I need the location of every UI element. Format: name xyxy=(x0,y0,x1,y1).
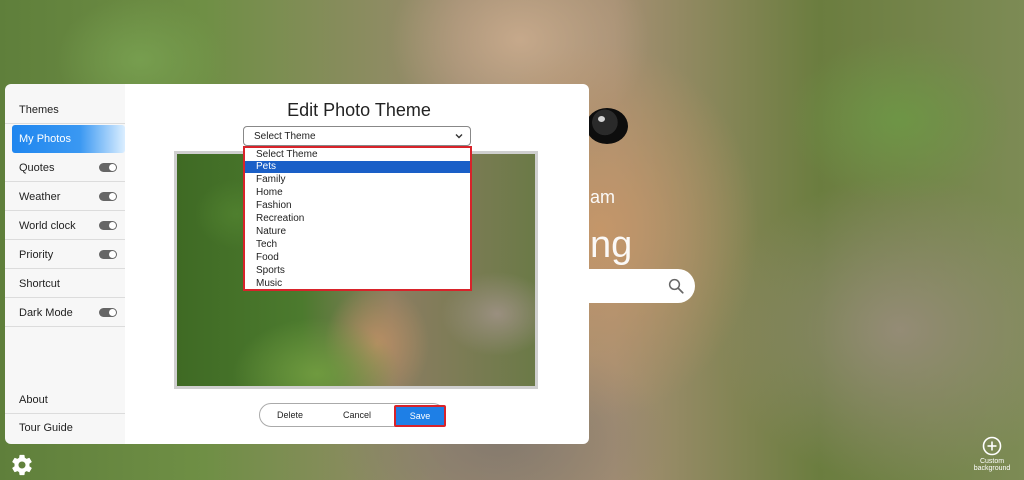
dropdown-option[interactable]: Food xyxy=(245,252,470,264)
save-button[interactable]: Save xyxy=(394,405,446,427)
quotes-toggle[interactable] xyxy=(99,163,117,172)
sidebar-item-dark-mode[interactable]: Dark Mode xyxy=(5,299,125,327)
search-bar[interactable] xyxy=(585,269,695,303)
sidebar-item-label: World clock xyxy=(19,220,76,232)
world-clock-toggle[interactable] xyxy=(99,221,117,230)
search-icon[interactable] xyxy=(667,277,685,295)
sidebar-item-label: Weather xyxy=(19,191,61,203)
dropdown-option[interactable]: Sports xyxy=(245,265,470,277)
dropdown-option[interactable]: Family xyxy=(245,174,470,186)
sidebar-item-label: My Photos xyxy=(19,133,71,145)
sidebar-item-themes[interactable]: Themes xyxy=(5,96,125,124)
custom-background-label-line2: background xyxy=(973,465,1011,472)
photo-action-buttons: Delete Cancel Save xyxy=(259,403,446,427)
greeting-text: ng xyxy=(590,224,633,266)
gear-icon[interactable] xyxy=(10,453,34,477)
cancel-button[interactable]: Cancel xyxy=(332,404,382,426)
sidebar-item-world-clock[interactable]: World clock xyxy=(5,212,125,240)
priority-toggle[interactable] xyxy=(99,250,117,259)
chevron-down-icon xyxy=(455,134,463,139)
dropdown-option-selected[interactable]: Pets xyxy=(245,161,470,173)
weather-toggle[interactable] xyxy=(99,192,117,201)
plus-circle-icon xyxy=(982,436,1002,456)
sidebar-item-about[interactable]: About xyxy=(5,386,125,414)
sidebar-item-quotes[interactable]: Quotes xyxy=(5,154,125,182)
settings-sidebar: Themes My Photos Quotes Weather World cl… xyxy=(5,84,125,444)
theme-dropdown-list: Select Theme Pets Family Home Fashion Re… xyxy=(243,146,472,291)
sidebar-item-label: About xyxy=(19,394,48,406)
dropdown-option[interactable]: Fashion xyxy=(245,200,470,212)
dropdown-option[interactable]: Home xyxy=(245,187,470,199)
custom-background-button[interactable]: Custom background xyxy=(966,436,1018,476)
sidebar-item-weather[interactable]: Weather xyxy=(5,183,125,211)
theme-select-value: Select Theme xyxy=(254,131,316,142)
dropdown-option[interactable]: Nature xyxy=(245,226,470,238)
sidebar-item-my-photos[interactable]: My Photos xyxy=(12,125,125,153)
custom-background-label-line1: Custom xyxy=(979,458,1005,465)
dropdown-option[interactable]: Select Theme xyxy=(245,149,470,161)
greeting-subtext: am xyxy=(590,187,616,207)
sidebar-item-priority[interactable]: Priority xyxy=(5,241,125,269)
dark-mode-toggle[interactable] xyxy=(99,308,117,317)
sidebar-item-label: Quotes xyxy=(19,162,55,174)
sidebar-item-shortcut[interactable]: Shortcut xyxy=(5,270,125,298)
delete-button[interactable]: Delete xyxy=(268,404,312,426)
sidebar-item-label: Priority xyxy=(19,249,54,261)
dropdown-option[interactable]: Recreation xyxy=(245,213,470,225)
sidebar-item-label: Shortcut xyxy=(19,278,60,290)
dropdown-option[interactable]: Tech xyxy=(245,239,470,251)
sidebar-item-label: Tour Guide xyxy=(19,422,73,434)
page-title: Edit Photo Theme xyxy=(287,100,431,120)
sidebar-item-label: Dark Mode xyxy=(19,307,73,319)
dropdown-option[interactable]: Music xyxy=(245,278,470,290)
theme-select[interactable]: Select Theme xyxy=(243,126,471,146)
sidebar-item-label: Themes xyxy=(19,104,59,116)
sidebar-item-tour-guide[interactable]: Tour Guide xyxy=(5,414,125,442)
